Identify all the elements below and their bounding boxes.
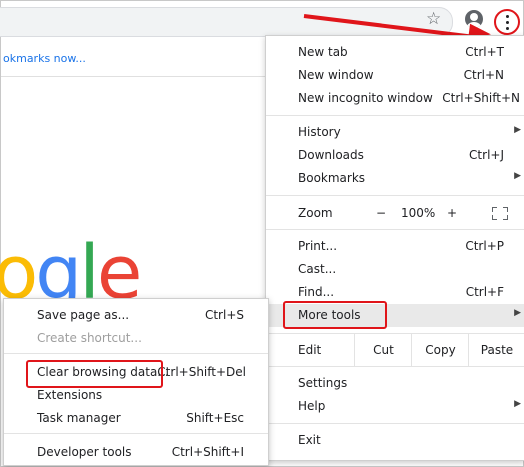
submenu-item-task-manager[interactable]: Task manager Shift+Esc: [4, 407, 268, 429]
menu-divider: [266, 366, 524, 367]
browser-window: ☆ okmarks now... ogle New tab Ctrl+T New…: [0, 0, 524, 467]
copy-label: Copy: [425, 343, 456, 357]
bookmarks-bar-text[interactable]: okmarks now...: [3, 52, 86, 65]
menu-shortcut: Ctrl+Shift+I: [171, 445, 244, 459]
menu-item-label: Print...: [298, 239, 338, 253]
chevron-right-icon: ▶: [514, 125, 521, 135]
menu-item-label: New window: [298, 68, 374, 82]
zoom-level: 100%: [401, 206, 436, 220]
menu-shortcut: Shift+Esc: [186, 411, 244, 425]
menu-item-new-incognito[interactable]: New incognito window Ctrl+Shift+N: [266, 87, 524, 110]
menu-item-label: Bookmarks: [298, 171, 366, 185]
menu-item-label: Cast...: [298, 262, 337, 276]
menu-shortcut: Ctrl+J: [469, 148, 504, 162]
menu-item-label: Developer tools: [37, 445, 132, 459]
menu-item-print[interactable]: Print... Ctrl+P: [266, 235, 524, 258]
dot-icon: [506, 15, 509, 18]
menu-item-new-window[interactable]: New window Ctrl+N: [266, 64, 524, 87]
more-tools-submenu: Save page as... Ctrl+S Create shortcut..…: [3, 298, 269, 466]
highlight-box-more-tools: [283, 301, 387, 329]
menu-divider: [266, 195, 524, 196]
menu-item-label: Exit: [298, 433, 321, 447]
paste-button[interactable]: Paste: [468, 334, 524, 366]
chevron-right-icon: ▶: [514, 171, 521, 181]
paste-label: Paste: [480, 343, 514, 357]
menu-item-cast[interactable]: Cast...: [266, 258, 524, 281]
menu-item-edit: Edit Cut Copy Paste: [266, 334, 524, 366]
zoom-out-button[interactable]: −: [376, 206, 386, 220]
menu-shortcut: Ctrl+N: [463, 68, 504, 82]
menu-shortcut: Ctrl+Shift+N: [442, 91, 520, 105]
menu-item-new-tab[interactable]: New tab Ctrl+T: [266, 41, 524, 64]
menu-item-bookmarks[interactable]: Bookmarks ▶: [266, 167, 524, 190]
menu-item-label: Zoom: [298, 206, 333, 220]
menu-item-label: Settings: [298, 376, 348, 390]
bookmarks-bar-divider: [1, 76, 265, 77]
menu-item-label: Help: [298, 399, 326, 413]
cut-label: Cut: [373, 343, 394, 357]
menu-shortcut: Ctrl+F: [465, 285, 504, 299]
cut-button[interactable]: Cut: [354, 334, 412, 366]
menu-item-label: New incognito window: [298, 91, 433, 105]
menu-item-label: Create shortcut...: [37, 331, 142, 345]
menu-item-history[interactable]: History ▶: [266, 121, 524, 144]
chevron-right-icon: ▶: [514, 308, 521, 318]
menu-item-settings[interactable]: Settings: [266, 372, 524, 395]
menu-divider: [4, 353, 268, 354]
copy-button[interactable]: Copy: [411, 334, 469, 366]
submenu-item-create-shortcut[interactable]: Create shortcut...: [4, 327, 268, 349]
dot-icon: [506, 27, 509, 30]
chrome-main-menu: New tab Ctrl+T New window Ctrl+N New inc…: [265, 35, 524, 461]
submenu-item-developer-tools[interactable]: Developer tools Ctrl+Shift+I: [4, 441, 268, 463]
zoom-in-button[interactable]: +: [447, 206, 457, 220]
menu-divider: [266, 115, 524, 116]
fullscreen-icon[interactable]: [492, 207, 508, 220]
menu-shortcut: Ctrl+T: [465, 45, 504, 59]
menu-item-downloads[interactable]: Downloads Ctrl+J: [266, 144, 524, 167]
menu-item-label: Task manager: [37, 411, 121, 425]
menu-shortcut: Ctrl+P: [465, 239, 504, 253]
menu-item-label: New tab: [298, 45, 348, 59]
menu-item-label: Edit: [298, 343, 322, 357]
menu-divider: [266, 423, 524, 424]
kebab-menu-icon[interactable]: [494, 9, 520, 35]
menu-divider: [4, 433, 268, 434]
menu-item-label: Extensions: [37, 388, 103, 402]
menu-item-label: History: [298, 125, 341, 139]
menu-item-help[interactable]: Help ▶: [266, 395, 524, 418]
menu-item-exit[interactable]: Exit: [266, 429, 524, 452]
menu-item-label: Find...: [298, 285, 335, 299]
chevron-right-icon: ▶: [514, 399, 521, 409]
menu-item-label: Downloads: [298, 148, 364, 162]
menu-item-zoom: Zoom − 100% +: [266, 202, 524, 225]
submenu-item-save-page[interactable]: Save page as... Ctrl+S: [4, 304, 268, 326]
menu-shortcut: Ctrl+Shift+Del: [157, 365, 246, 379]
dot-icon: [506, 21, 509, 24]
address-bar[interactable]: [0, 7, 453, 37]
submenu-item-extensions[interactable]: Extensions: [4, 384, 268, 406]
menu-item-label: Save page as...: [37, 308, 130, 322]
menu-divider: [266, 229, 524, 230]
menu-shortcut: Ctrl+S: [204, 308, 244, 322]
star-icon[interactable]: ☆: [426, 9, 441, 29]
